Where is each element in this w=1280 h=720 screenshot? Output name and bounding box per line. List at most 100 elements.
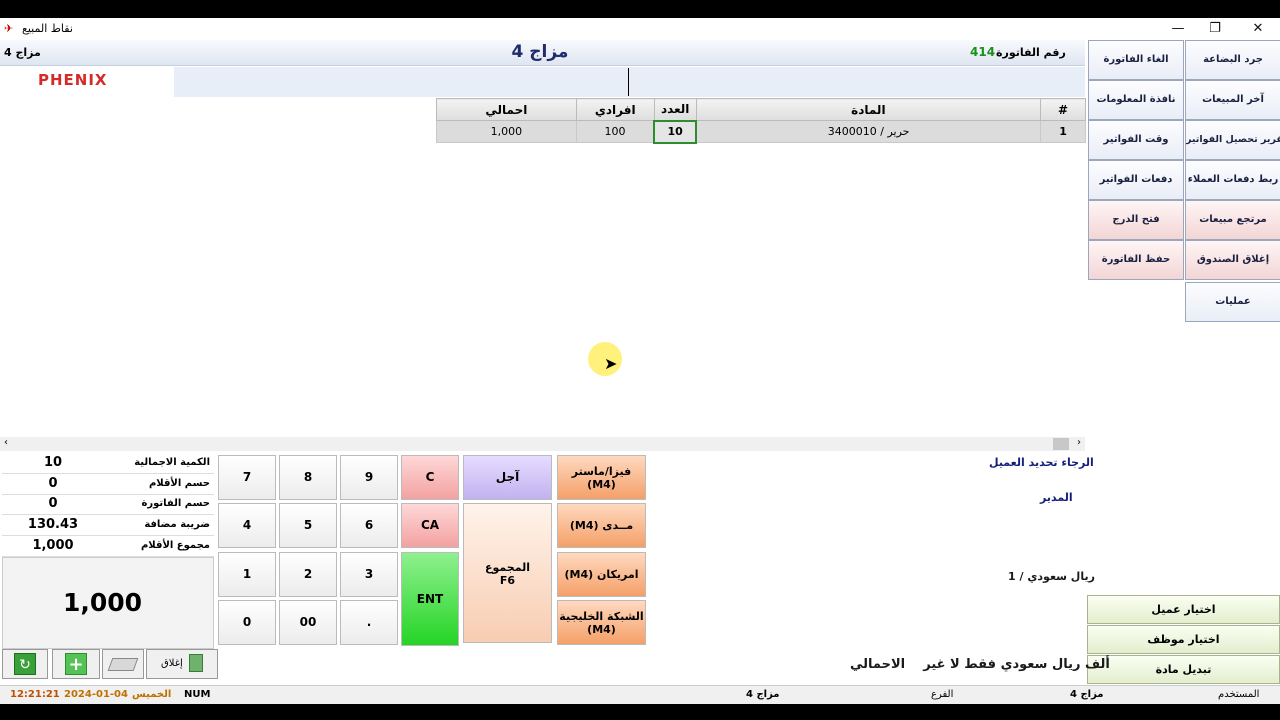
open-drawer-button[interactable]: فتح الدرج xyxy=(1088,200,1184,240)
page-title: مزاج 4 xyxy=(511,42,569,62)
header-left-label: مزاج 4 xyxy=(4,46,41,59)
scroll-left-icon[interactable]: ‹ xyxy=(4,437,8,448)
key-9[interactable]: 9 xyxy=(340,455,398,500)
items-total-value: 1,000 xyxy=(32,538,74,553)
replace-item-button[interactable]: تبديل مادة xyxy=(1087,655,1280,684)
invoice-time-button[interactable]: وقت الفواتير xyxy=(1088,120,1184,160)
select-customer-button[interactable]: اختيار عميل xyxy=(1087,595,1280,624)
vat-value: 130.43 xyxy=(27,517,79,532)
scrollbar-thumb[interactable] xyxy=(1053,438,1069,450)
payment-code: (M4) xyxy=(587,478,616,492)
text-caret xyxy=(628,68,629,96)
column-header-unit-price[interactable]: افرادي xyxy=(575,98,655,121)
status-day: الخميس xyxy=(132,689,172,700)
link-customer-payments-button[interactable]: ربط دفعات العملاء xyxy=(1185,160,1280,200)
total-button[interactable]: المجموع F6 xyxy=(463,503,552,643)
row-item[interactable]: 3400010 / حرير xyxy=(695,120,1042,143)
key-00[interactable]: 00 xyxy=(279,600,337,645)
key-1[interactable]: 1 xyxy=(218,552,276,597)
mada-button[interactable]: (M4) مــدى xyxy=(557,503,646,548)
total-button-shortcut: F6 xyxy=(499,574,516,588)
sales-return-button[interactable]: مرتجع مبيعات xyxy=(1185,200,1280,240)
operations-button[interactable]: عمليات xyxy=(1185,282,1280,322)
enter-key[interactable]: ENT xyxy=(401,552,459,646)
gulf-network-button[interactable]: الشبكة الخليجية (M4) xyxy=(557,600,646,645)
grand-total-value: 1,000 xyxy=(63,588,143,617)
key-7[interactable]: 7 xyxy=(218,455,276,500)
payment-code: (M4) xyxy=(569,519,599,532)
app-logo-icon: ✈ xyxy=(4,22,14,35)
column-header-item[interactable]: المادة xyxy=(695,98,1042,121)
close-cashbox-button[interactable]: إغلاق الصندوق xyxy=(1185,240,1280,280)
item-discount-value[interactable]: 0 xyxy=(22,476,84,491)
row-total[interactable]: 1,000 xyxy=(436,120,577,143)
row-unit-price[interactable]: 100 xyxy=(575,120,655,143)
num-lock-indicator: NUM xyxy=(184,689,211,700)
barcode-input[interactable] xyxy=(174,67,1085,97)
clear-all-key[interactable]: CA xyxy=(401,503,459,548)
invoice-discount-value[interactable]: 0 xyxy=(22,496,84,511)
exit-door-icon xyxy=(188,654,203,672)
save-invoice-button[interactable]: حفظ الفاتورة xyxy=(1088,240,1184,280)
inventory-count-button[interactable]: جرد البضاعة xyxy=(1185,40,1280,80)
amount-words-text: ألف ريال سعودي فقط لا غير xyxy=(923,657,1110,672)
row-quantity[interactable]: 10 xyxy=(653,119,698,144)
payment-code: (M4) xyxy=(587,623,616,637)
status-bar: 12:21:21 2024-01-04 الخميس NUM مزاج 4 ال… xyxy=(0,685,1280,704)
select-employee-button[interactable]: اختيار موظف xyxy=(1087,625,1280,654)
info-window-button[interactable]: نافذة المعلومات xyxy=(1088,80,1184,120)
invoice-number-label: رقم الفاتورة xyxy=(996,46,1066,59)
clear-key[interactable]: C xyxy=(401,455,459,500)
key-4[interactable]: 4 xyxy=(218,503,276,548)
select-customer-prompt: الرجاء تحديد العميل xyxy=(989,456,1094,469)
horizontal-scrollbar[interactable]: ‹ › xyxy=(0,437,1085,451)
key-6[interactable]: 6 xyxy=(340,503,398,548)
invoice-discount-label: حسم الفاتورة xyxy=(141,498,210,509)
table-row[interactable]: 1,000 100 10 3400010 / حرير 1 xyxy=(436,119,1086,144)
restore-button[interactable]: ❐ xyxy=(1197,19,1233,39)
column-header-quantity[interactable]: العدد xyxy=(653,98,697,121)
exit-button[interactable]: إغلاق xyxy=(146,649,218,679)
vat-label: ضريبة مضافة xyxy=(144,519,210,530)
phenix-logo: PHENIX xyxy=(38,71,108,89)
scroll-right-icon[interactable]: › xyxy=(1077,437,1081,448)
pos-window: ✈ نقاط المبيع — ❐ ✕ مزاج 4 مزاج 4 414 رق… xyxy=(0,18,1280,704)
add-button[interactable]: + xyxy=(52,649,100,679)
manager-label: المدير xyxy=(1040,491,1073,504)
key-5[interactable]: 5 xyxy=(279,503,337,548)
user-value: مزاج 4 xyxy=(1070,689,1104,700)
cash-icon xyxy=(107,658,139,671)
invoice-payments-button[interactable]: دفعات الفواتير xyxy=(1088,160,1184,200)
user-label: المستخدم xyxy=(1218,689,1260,700)
key-decimal[interactable]: . xyxy=(340,600,398,645)
invoice-discount-row: 0 حسم الفاتورة xyxy=(2,495,214,515)
branch-label: الفرع xyxy=(931,689,954,700)
vat-row: 130.43 ضريبة مضافة xyxy=(2,516,214,536)
key-8[interactable]: 8 xyxy=(279,455,337,500)
invoice-collection-report-button[interactable]: تقرير تحصيل الفواتير xyxy=(1185,120,1280,160)
key-0[interactable]: 0 xyxy=(218,600,276,645)
exit-label: إغلاق xyxy=(161,658,183,669)
deferred-payment-button[interactable]: آجل xyxy=(463,455,552,500)
payment-label: فيزا/ماستر xyxy=(571,465,632,478)
last-sales-button[interactable]: آخر المبيعات xyxy=(1185,80,1280,120)
minimize-button[interactable]: — xyxy=(1160,19,1196,39)
cash-button[interactable] xyxy=(102,649,144,679)
close-window-button[interactable]: ✕ xyxy=(1240,19,1276,39)
branch-value: مزاج 4 xyxy=(746,689,780,700)
refresh-icon: ↻ xyxy=(14,653,36,675)
amount-words-label: الاحمالي xyxy=(850,657,906,672)
total-quantity-label: الكمية الاجمالية xyxy=(134,457,210,468)
refresh-button[interactable]: ↻ xyxy=(2,649,48,679)
american-express-button[interactable]: (M4) امريكان xyxy=(557,552,646,597)
status-time: 12:21:21 xyxy=(10,689,60,700)
item-discount-label: حسم الأقلام xyxy=(148,478,210,489)
key-3[interactable]: 3 xyxy=(340,552,398,597)
column-header-number[interactable]: # xyxy=(1040,98,1086,121)
key-2[interactable]: 2 xyxy=(279,552,337,597)
mouse-pointer-icon: ➤ xyxy=(604,354,618,373)
window-title: نقاط المبيع xyxy=(22,22,73,35)
column-header-total[interactable]: احمالي xyxy=(436,98,577,121)
cancel-invoice-button[interactable]: الغاء الفاتورة xyxy=(1088,40,1184,80)
visa-mastercard-button[interactable]: فيزا/ماستر (M4) xyxy=(557,455,646,500)
